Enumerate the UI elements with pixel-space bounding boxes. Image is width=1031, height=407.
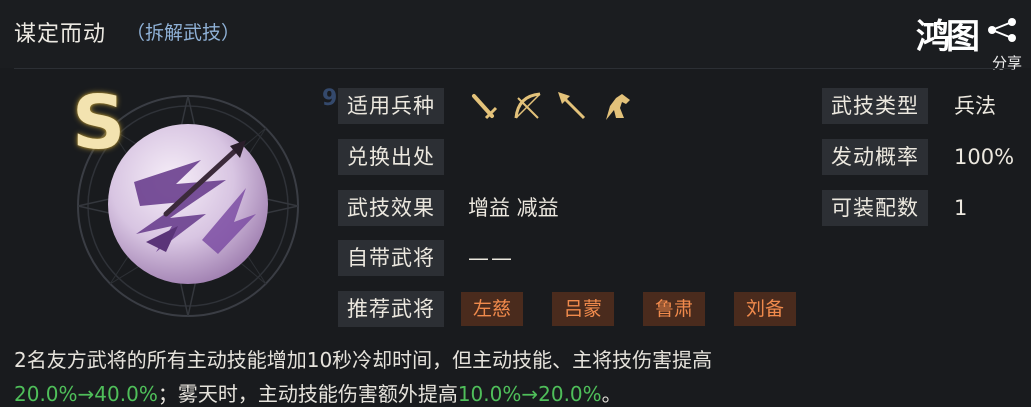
recommend-general-tag[interactable]: 左慈 bbox=[461, 292, 523, 326]
skill-emblem: S bbox=[40, 78, 330, 328]
spear-strike-icon bbox=[108, 124, 268, 284]
effect-label: 武技效果 bbox=[338, 190, 444, 226]
skill-type-value: 兵法 bbox=[954, 94, 996, 118]
share-icon bbox=[988, 18, 1016, 42]
skill-grade: S bbox=[72, 80, 126, 166]
equip-slots-value: 1 bbox=[954, 196, 968, 220]
sword-icon bbox=[472, 94, 498, 120]
brand-logo: 鸿图 分享 bbox=[916, 14, 1026, 72]
troop-type-label: 适用兵种 bbox=[338, 88, 444, 124]
bow-icon bbox=[514, 92, 541, 119]
recommend-label: 推荐武将 bbox=[338, 291, 444, 327]
recommend-general-tag[interactable]: 吕蒙 bbox=[552, 292, 614, 326]
logo-subtext: 分享 bbox=[992, 54, 1023, 72]
recommend-general-tag[interactable]: 鲁肃 bbox=[643, 292, 705, 326]
effect-value: 增益 减益 bbox=[468, 196, 559, 220]
skill-type-label: 武技类型 bbox=[822, 88, 928, 124]
spear-icon bbox=[558, 92, 586, 120]
watermark-logo: 9 bbox=[322, 86, 338, 111]
source-label: 兑换出处 bbox=[338, 139, 444, 175]
equip-slots-label: 可装配数 bbox=[822, 190, 928, 226]
own-general-label: 自带武将 bbox=[338, 240, 444, 276]
header-bar: 谋定而动 （拆解武技） 鸿图 分享 bbox=[0, 0, 1031, 72]
header-divider bbox=[14, 68, 1014, 69]
description-end: 。 bbox=[601, 382, 622, 406]
skill-description-line1: 2名友方武将的所有主动技能增加10秒冷却时间，但主动技能、主将技伤害提高 bbox=[14, 348, 713, 372]
horse-icon bbox=[606, 94, 630, 120]
own-general-value: —— bbox=[468, 246, 514, 270]
logo-text: 鸿图 bbox=[916, 17, 980, 57]
fog-boost-value: 10.0%→20.0% bbox=[457, 382, 602, 406]
skill-subtitle: （拆解武技） bbox=[126, 22, 241, 44]
skill-title: 谋定而动 bbox=[14, 22, 107, 47]
skill-description-line2: 20.0%→40.0%；雾天时，主动技能伤害额外提高10.0%→20.0%。 bbox=[14, 378, 622, 407]
trigger-chance-value: 100% bbox=[954, 145, 1015, 169]
trigger-chance-label: 发动概率 bbox=[822, 139, 928, 175]
description-text: ；雾天时，主动技能伤害额外提高 bbox=[157, 382, 458, 406]
damage-boost-value: 20.0%→40.0% bbox=[14, 382, 158, 406]
recommend-general-tag[interactable]: 刘备 bbox=[734, 292, 796, 326]
